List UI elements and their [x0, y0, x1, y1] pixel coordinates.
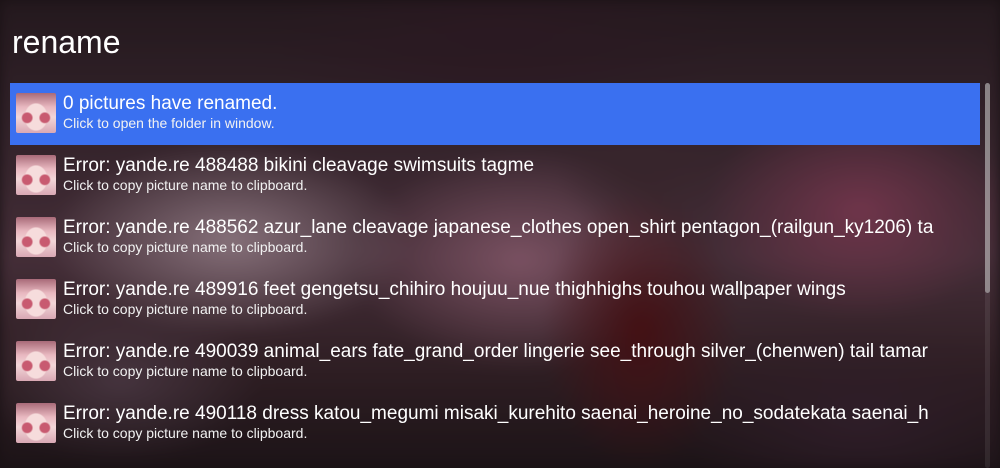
result-item[interactable]: 0 pictures have renamed. Click to open t… [10, 83, 980, 145]
result-title: Error: yande.re 489916 feet gengetsu_chi… [63, 279, 846, 300]
result-subtitle: Click to copy picture name to clipboard. [63, 177, 308, 193]
result-title: 0 pictures have renamed. [63, 93, 278, 114]
result-text: Error: yande.re 488488 bikini cleavage s… [63, 145, 980, 193]
result-title: Error: yande.re 490118 dress katou_megum… [63, 403, 929, 424]
results-scrollbar[interactable] [985, 83, 990, 468]
launcher-window: rename 0 pictures have renamed. Click to… [0, 0, 1000, 468]
result-subtitle: Click to copy picture name to clipboard. [63, 239, 308, 255]
picture-thumbnail-icon [16, 341, 56, 381]
results-list: 0 pictures have renamed. Click to open t… [10, 83, 980, 468]
result-text: Error: yande.re 490118 dress katou_megum… [63, 393, 980, 441]
result-subtitle: Click to copy picture name to clipboard. [63, 363, 308, 379]
result-title: Error: yande.re 488562 azur_lane cleavag… [63, 217, 934, 238]
result-subtitle: Click to copy picture name to clipboard. [63, 301, 308, 317]
result-title: Error: yande.re 488488 bikini cleavage s… [63, 155, 535, 176]
result-item[interactable]: Error: yande.re 488488 bikini cleavage s… [10, 145, 980, 207]
result-text: Error: yande.re 490039 animal_ears fate_… [63, 331, 980, 379]
picture-thumbnail-icon [16, 403, 56, 443]
result-text: Error: yande.re 488562 azur_lane cleavag… [63, 207, 980, 255]
scrollbar-thumb[interactable] [985, 83, 990, 293]
picture-thumbnail-icon [16, 155, 56, 195]
result-item[interactable]: Error: yande.re 490118 dress katou_megum… [10, 393, 980, 455]
picture-thumbnail-icon [16, 217, 56, 257]
result-subtitle: Click to copy picture name to clipboard. [63, 425, 308, 441]
query-title: rename [12, 24, 121, 60]
picture-thumbnail-icon [16, 93, 56, 133]
result-item[interactable]: Error: yande.re 489916 feet gengetsu_chi… [10, 269, 980, 331]
result-subtitle: Click to open the folder in window. [63, 115, 275, 131]
picture-thumbnail-icon [16, 279, 56, 319]
result-text: Error: yande.re 489916 feet gengetsu_chi… [63, 269, 980, 317]
result-item[interactable]: Error: yande.re 490039 animal_ears fate_… [10, 331, 980, 393]
result-text: 0 pictures have renamed. Click to open t… [63, 83, 980, 131]
result-title: Error: yande.re 490039 animal_ears fate_… [63, 341, 928, 362]
result-item[interactable]: Error: yande.re 488562 azur_lane cleavag… [10, 207, 980, 269]
